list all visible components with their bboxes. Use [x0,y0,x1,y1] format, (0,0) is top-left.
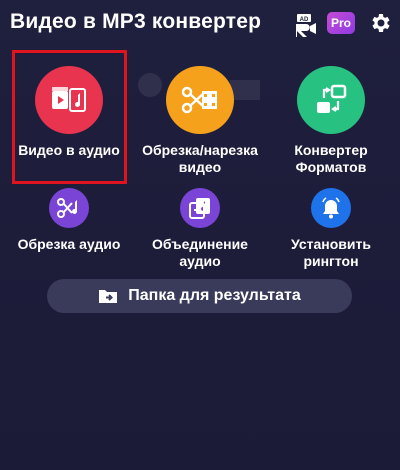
folder-icon [99,290,118,303]
feature-merge-audio[interactable]: Объединение аудио [136,188,264,270]
bell-icon [311,188,351,228]
svg-text:AD: AD [300,17,309,23]
feature-label: Обрезка аудио [17,236,121,252]
convert-format-icon [297,66,365,134]
feature-trim-audio[interactable]: Обрезка аудио [14,188,124,253]
feature-label: Объединение аудио [152,236,248,269]
pro-badge[interactable]: Pro [327,12,355,34]
app-title: Видео в MP3 конвертер [10,10,262,33]
selection-highlight [12,50,127,184]
result-folder-label: Папка для результата [128,287,301,304]
feature-label: Обрезка/нарезка видео [142,142,258,175]
no-ads-icon[interactable]: AD [292,12,318,38]
feature-format-converter[interactable]: Конвертер Форматов [276,66,386,176]
gear-icon[interactable] [368,11,392,35]
feature-set-ringtone[interactable]: Установить рингтон [276,188,386,270]
scissors-music-icon [49,188,89,228]
feature-label: Установить рингтон [291,236,371,269]
scissors-film-icon [166,66,234,134]
result-folder-button[interactable]: Папка для результата [47,279,352,313]
merge-audio-icon [180,188,220,228]
feature-trim-video[interactable]: Обрезка/нарезка видео [136,66,264,176]
feature-label: Конвертер Форматов [294,142,368,175]
top-bar: Видео в MP3 конвертер AD Pro [0,0,400,46]
app-screen: Видео в MP3 конвертер AD Pro Видео в ауд… [0,0,400,470]
